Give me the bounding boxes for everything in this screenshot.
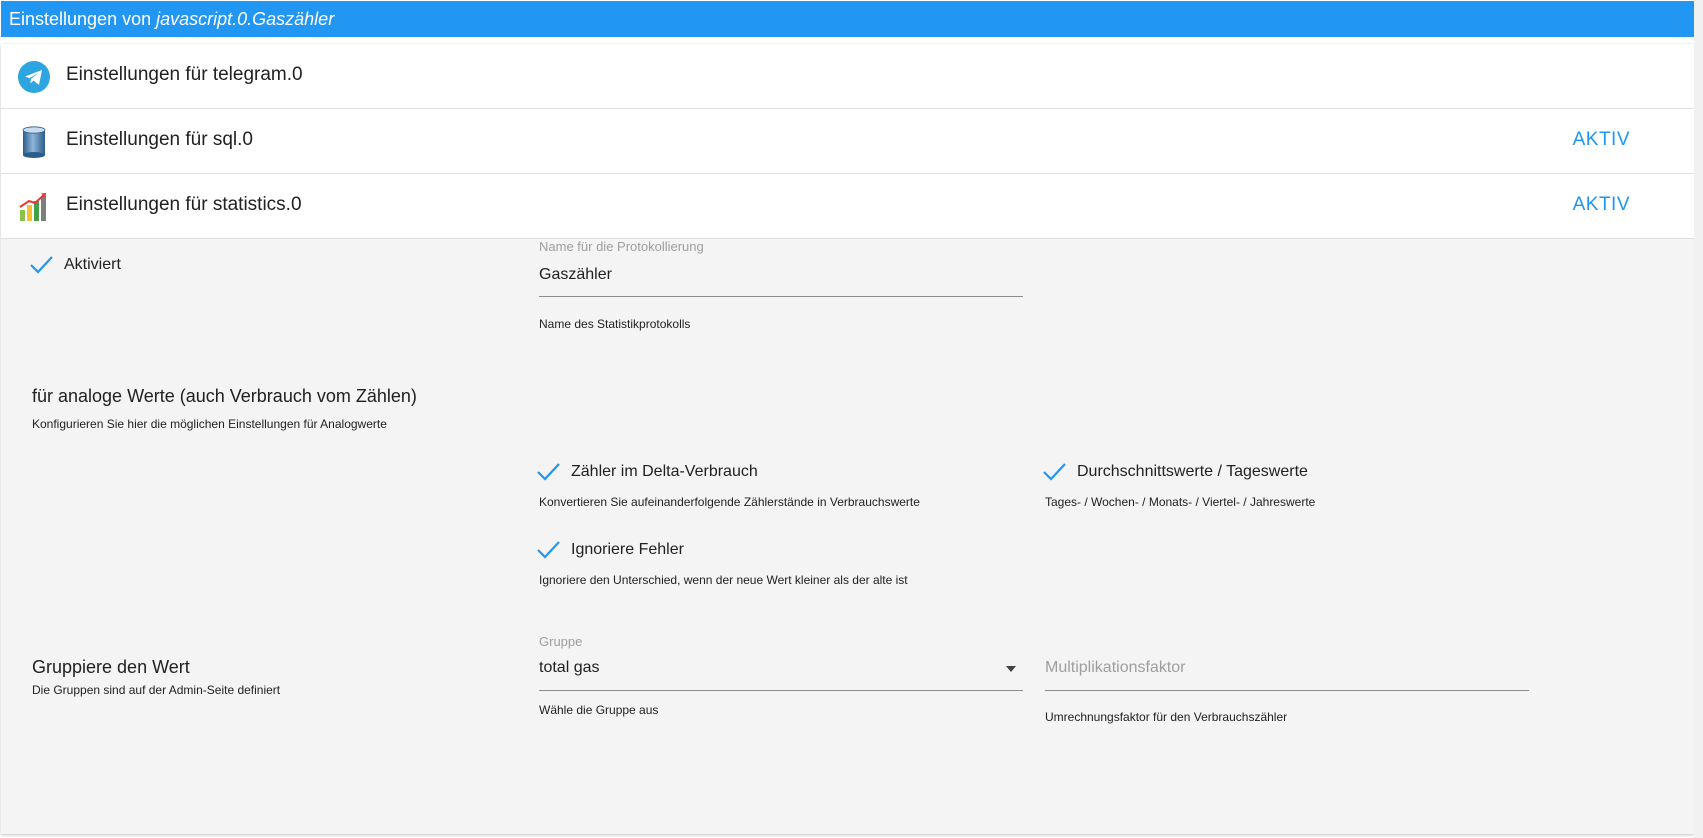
adapter-status: AKTIV (1572, 194, 1630, 215)
group-heading: Gruppiere den Wert (32, 657, 190, 677)
dialog-title-bar: Einstellungen von javascript.0.Gaszähler (1, 1, 1694, 37)
title-object-id: javascript.0.Gaszähler (156, 9, 335, 29)
group-select[interactable]: total gas (539, 656, 1023, 686)
multiplication-factor-input[interactable]: Multiplikationsfaktor (1045, 659, 1186, 677)
log-name-label: Name für die Protokollierung (539, 239, 704, 254)
adapter-row-label: Einstellungen für sql.0 (66, 129, 253, 150)
analog-heading: für analoge Werte (auch Verbrauch vom Zä… (32, 386, 417, 406)
ignore-errors-hint: Ignoriere den Unterschied, wenn der neue… (539, 573, 908, 587)
enabled-label: Aktiviert (64, 256, 121, 273)
check-icon (29, 254, 55, 276)
delta-label: Zähler im Delta-Verbrauch (571, 463, 758, 480)
check-icon (536, 539, 562, 561)
multiplication-factor-underline (1045, 690, 1529, 691)
statistics-chart-icon (17, 190, 51, 224)
check-icon (1042, 461, 1068, 483)
title-prefix: Einstellungen von (9, 9, 157, 29)
multiplication-factor-hint: Umrechnungsfaktor für den Verbrauchszähl… (1045, 710, 1288, 724)
delta-hint: Konvertieren Sie aufeinanderfolgende Zäh… (539, 495, 920, 509)
group-subheading: Die Gruppen sind auf der Admin-Seite def… (32, 683, 281, 697)
log-name-hint: Name des Statistikprotokolls (539, 317, 691, 331)
log-name-underline (539, 296, 1023, 297)
group-select-underline (539, 690, 1023, 691)
adapter-row-statistics[interactable]: Einstellungen für statistics.0 AKTIV (1, 174, 1694, 239)
averages-hint: Tages- / Wochen- / Monats- / Viertel- / … (1045, 495, 1316, 509)
scrollbar[interactable] (1694, 0, 1703, 838)
log-name-input[interactable]: Gaszähler (539, 266, 612, 284)
analog-subheading: Konfigurieren Sie hier die möglichen Ein… (32, 417, 387, 431)
averages-label: Durchschnittswerte / Tageswerte (1077, 463, 1308, 480)
check-icon (536, 461, 562, 483)
ignore-errors-label: Ignoriere Fehler (571, 541, 684, 558)
adapter-status: AKTIV (1572, 129, 1630, 150)
dropdown-arrow-icon (1006, 666, 1016, 672)
group-select-label: Gruppe (539, 634, 583, 649)
group-select-hint: Wähle die Gruppe aus (539, 703, 659, 717)
adapter-row-label: Einstellungen für statistics.0 (66, 194, 302, 215)
telegram-icon (17, 60, 51, 94)
settings-panel: Einstellungen für telegram.0 Einstellung… (1, 44, 1694, 834)
group-select-value: total gas (539, 659, 600, 676)
adapter-row-sql[interactable]: Einstellungen für sql.0 AKTIV (1, 109, 1694, 174)
adapter-row-telegram[interactable]: Einstellungen für telegram.0 (1, 44, 1694, 109)
database-icon (17, 125, 51, 159)
adapter-row-label: Einstellungen für telegram.0 (66, 64, 303, 85)
